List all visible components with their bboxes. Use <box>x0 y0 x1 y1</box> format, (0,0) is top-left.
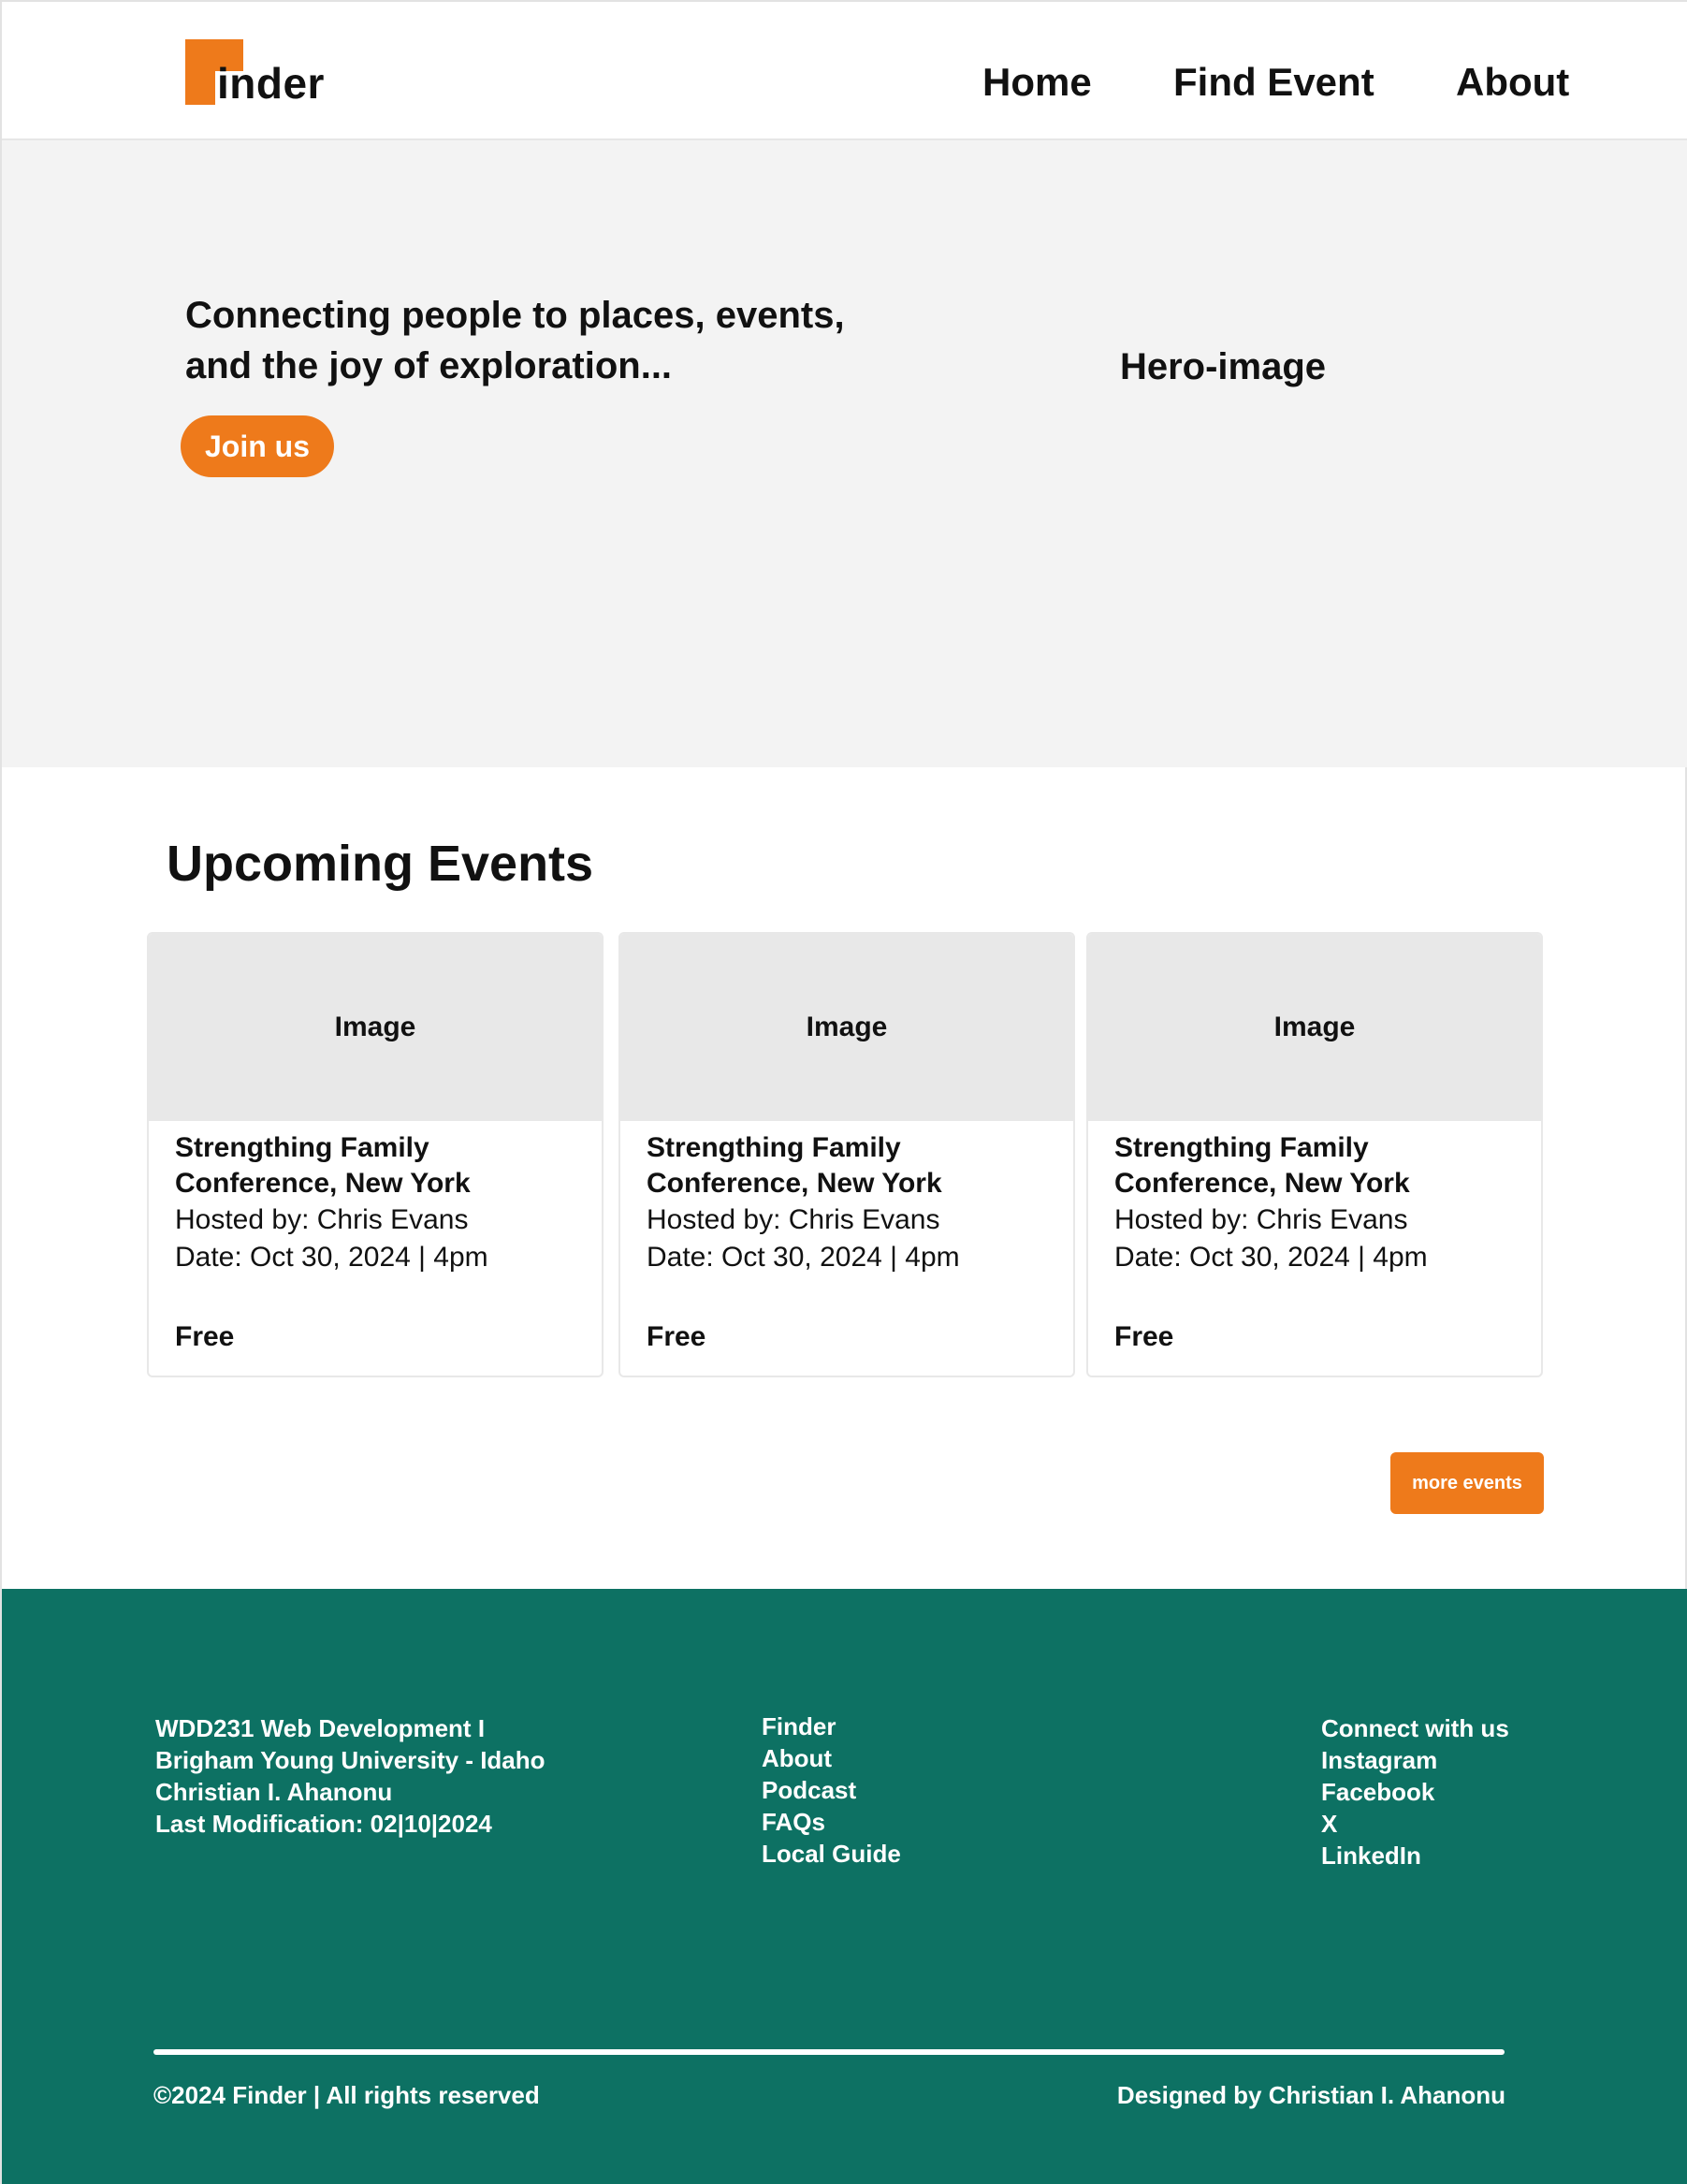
event-date: Date: Oct 30, 2024 | 4pm <box>175 1242 488 1273</box>
footer-links: Finder About Podcast FAQs Local Guide <box>762 1711 901 1870</box>
event-card[interactable]: Image Strengthing Family Conference, New… <box>618 932 1075 1377</box>
nav-about-link[interactable]: About <box>1456 60 1569 105</box>
event-host: Hosted by: Chris Evans <box>175 1204 469 1235</box>
join-us-button[interactable]: Join us <box>181 415 334 477</box>
event-title: Strengthing Family Conference, New York <box>1114 1132 1410 1199</box>
event-card-body: Strengthing Family Conference, New York … <box>1114 1130 1526 1276</box>
event-host: Hosted by: Chris Evans <box>647 1204 940 1235</box>
footer-copyright: ©2024 Finder | All rights reserved <box>153 2081 540 2109</box>
footer-info: WDD231 Web Development I Brigham Young U… <box>155 1712 545 1840</box>
event-card[interactable]: Image Strengthing Family Conference, New… <box>1086 932 1543 1377</box>
event-date: Date: Oct 30, 2024 | 4pm <box>647 1242 960 1273</box>
event-title: Strengthing Family Conference, New York <box>175 1132 471 1199</box>
footer-course: WDD231 Web Development I <box>155 1714 486 1742</box>
footer-divider <box>153 2049 1505 2055</box>
hero-section: Connecting people to places, events, and… <box>2 140 1687 767</box>
event-host: Hosted by: Chris Evans <box>1114 1204 1408 1235</box>
footer-link-finder[interactable]: Finder <box>762 1711 901 1742</box>
event-title: Strengthing Family Conference, New York <box>647 1132 942 1199</box>
footer-university: Brigham Young University - Idaho <box>155 1746 545 1774</box>
footer-credit: Designed by Christian I. Ahanonu <box>1116 2081 1505 2109</box>
more-events-button[interactable]: more events <box>1390 1452 1544 1514</box>
footer-link-linkedin[interactable]: LinkedIn <box>1321 1840 1509 1871</box>
footer-link-faqs[interactable]: FAQs <box>762 1806 901 1838</box>
event-card[interactable]: Image Strengthing Family Conference, New… <box>147 932 604 1377</box>
site-footer: WDD231 Web Development I Brigham Young U… <box>2 1589 1687 2184</box>
upcoming-events-title: Upcoming Events <box>167 836 594 892</box>
nav-find-event-link[interactable]: Find Event <box>1173 60 1374 105</box>
footer-link-podcast[interactable]: Podcast <box>762 1774 901 1806</box>
logo-text: inder <box>217 59 325 108</box>
nav-home-link[interactable]: Home <box>982 60 1092 105</box>
event-image-placeholder: Image <box>620 934 1073 1121</box>
event-price: Free <box>647 1321 706 1352</box>
hero-image-placeholder: Hero-image <box>1119 346 1327 387</box>
event-image-placeholder: Image <box>1088 934 1541 1121</box>
footer-social-heading: Connect with us <box>1321 1714 1509 1742</box>
footer-link-facebook[interactable]: Facebook <box>1321 1776 1509 1808</box>
page: inder Home Find Event About Connecting p… <box>0 0 1687 2184</box>
event-price: Free <box>1114 1321 1174 1352</box>
footer-link-x[interactable]: X <box>1321 1808 1509 1840</box>
footer-link-about[interactable]: About <box>762 1742 901 1774</box>
event-date: Date: Oct 30, 2024 | 4pm <box>1114 1242 1428 1273</box>
event-price: Free <box>175 1321 235 1352</box>
footer-social: Connect with us Instagram Facebook X Lin… <box>1321 1712 1509 1871</box>
footer-last-modified: Last Modification: 02|10|2024 <box>155 1810 492 1838</box>
event-image-placeholder: Image <box>149 934 602 1121</box>
footer-link-instagram[interactable]: Instagram <box>1321 1744 1509 1776</box>
site-header: inder Home Find Event About <box>2 2 1687 140</box>
footer-link-local-guide[interactable]: Local Guide <box>762 1838 901 1870</box>
event-card-body: Strengthing Family Conference, New York … <box>647 1130 1058 1276</box>
event-card-body: Strengthing Family Conference, New York … <box>175 1130 587 1276</box>
footer-author: Christian I. Ahanonu <box>155 1778 393 1806</box>
hero-headline: Connecting people to places, events, and… <box>185 295 845 386</box>
